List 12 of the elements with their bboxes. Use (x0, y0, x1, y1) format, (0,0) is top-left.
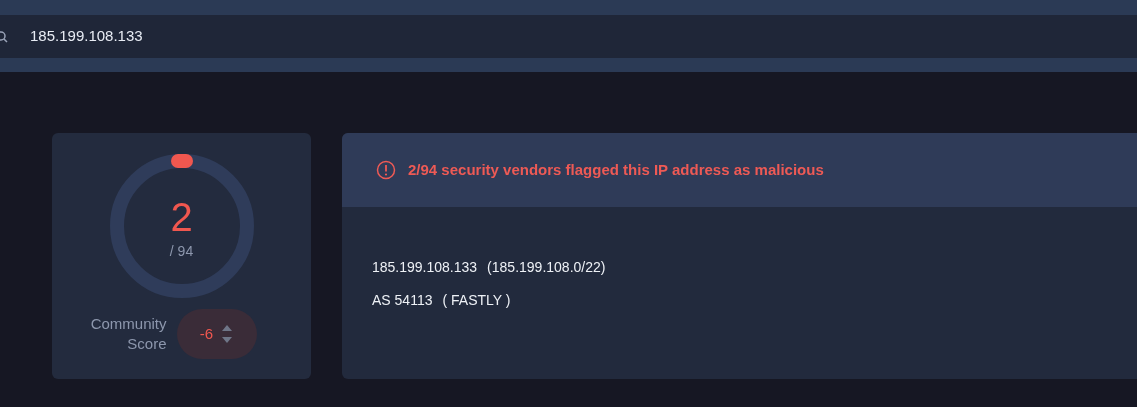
search-field[interactable]: 185.199.108.133 (30, 25, 330, 48)
alert-text: 2/94 security vendors flagged this IP address as malicious (408, 159, 824, 180)
detail-value: AS 54113 (372, 291, 433, 310)
community-score-widget: -6 (176, 309, 257, 359)
search-icon (0, 30, 8, 43)
detection-count: 2 (170, 196, 193, 237)
community-score-label: Community Score (89, 313, 167, 354)
detail-extra: ( FASTLY ) (442, 291, 511, 310)
detail-extra: (185.199.108.0/22) (487, 258, 606, 277)
warning-icon (376, 160, 396, 180)
vendor-total: / 94 (169, 241, 194, 261)
detail-value: 185.199.108.133 (372, 258, 478, 277)
